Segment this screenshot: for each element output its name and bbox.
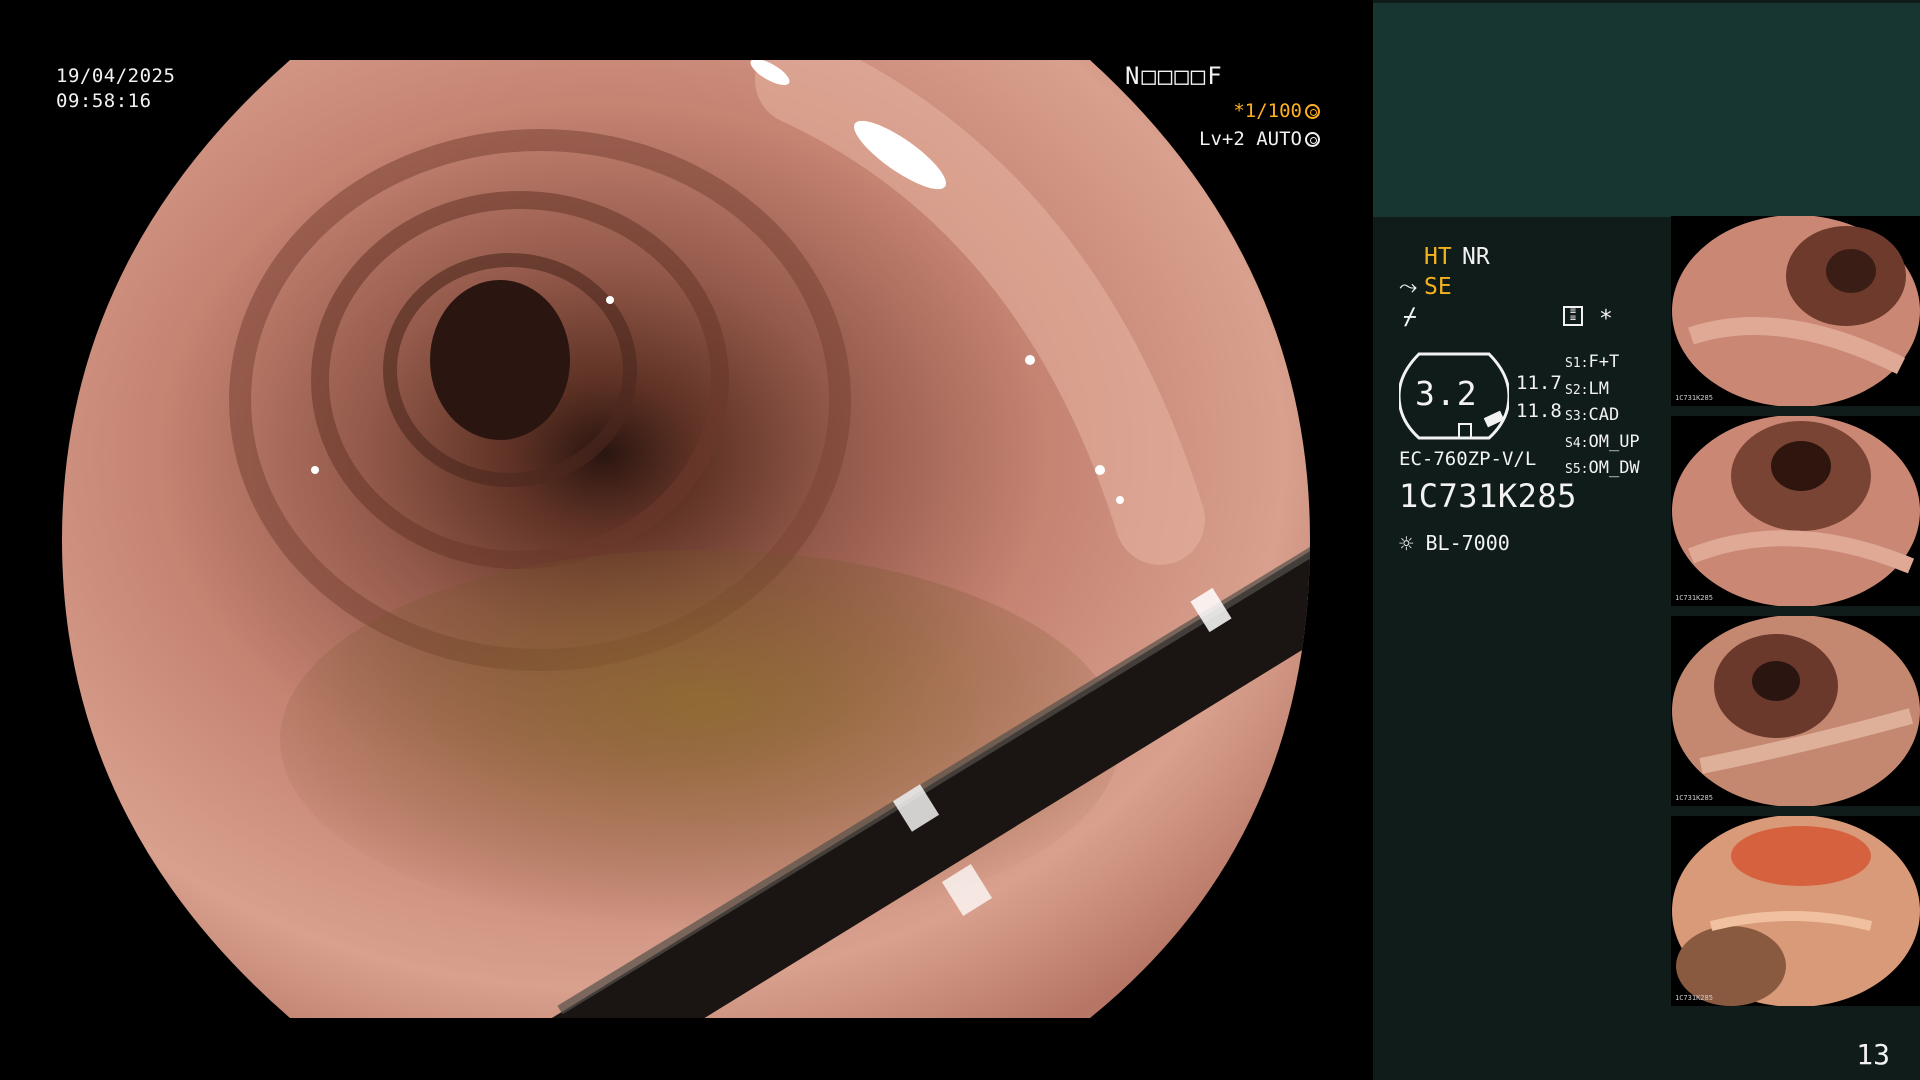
switch-settings: S1:F+T S2:LM S3:CAD S4:OM_UP S5:OM_DW — [1565, 350, 1640, 483]
scope-serial: 1C731K285 — [1399, 477, 1577, 515]
panel-header-box — [1373, 3, 1920, 217]
thumbnail-3[interactable]: 1C731K285 — [1671, 616, 1920, 806]
lamp-icon: ☼ — [1399, 530, 1414, 558]
setting-s2: S2:LM — [1565, 378, 1609, 399]
shutter-value: *1/100 — [1233, 100, 1302, 122]
thumbnail-2-image — [1672, 416, 1920, 606]
setting-s1: S1:F+T — [1565, 352, 1620, 372]
patient-id: N□□□□F — [1125, 62, 1224, 90]
endoscope-viewport: 19/04/2025 09:58:16 N□□□□F *1/100 Lv+2 A… — [0, 0, 1372, 1080]
thumbnail-1-image — [1672, 216, 1920, 406]
shutter-speed: *1/100 — [1233, 100, 1320, 122]
ht-mode: HT — [1424, 244, 1452, 270]
star-indicator: * — [1599, 306, 1613, 332]
page-number: 13 — [1856, 1038, 1890, 1071]
scope-model: EC-760ZP-V/L — [1399, 448, 1537, 470]
thumbnail-2-serial: 1C731K285 — [1675, 594, 1713, 602]
settings-list-icon: ≡ ≡ — [1563, 306, 1583, 326]
value-lower: 11.8 — [1516, 400, 1562, 422]
thumbnail-4-serial: 1C731K285 — [1675, 994, 1713, 1002]
level-value: Lv+2 AUTO — [1199, 128, 1302, 150]
setting-s3: S3:CAD — [1565, 405, 1620, 425]
zoom-ratio: 3.2 — [1415, 374, 1478, 413]
thumbnail-3-serial: 1C731K285 — [1675, 794, 1713, 802]
thumbnail-1-serial: 1C731K285 — [1675, 394, 1713, 402]
thumbnail-2[interactable]: 1C731K285 — [1671, 416, 1920, 606]
color-enhance-icon: ⌿ — [1403, 304, 1417, 330]
value-upper: 11.7 — [1516, 372, 1562, 394]
thumbnail-4[interactable]: 1C731K285 — [1671, 816, 1920, 1006]
info-panel: HT NR ⤳ SE ⌿ ≡ ≡ * 3.2 11.7 11.8 S1:F+T S… — [1373, 0, 1920, 1080]
se-mode: SE — [1424, 274, 1452, 300]
nr-mode: NR — [1462, 244, 1490, 270]
time-text: 09:58:16 — [56, 90, 152, 112]
lamp-model: BL-7000 — [1425, 531, 1510, 555]
auto-iris-icon — [1305, 132, 1320, 147]
brightness-level: Lv+2 AUTO — [1199, 128, 1320, 150]
thumbnail-3-image — [1672, 616, 1920, 806]
light-source: ☼ BL-7000 — [1399, 530, 1510, 558]
endoscopic-image — [62, 60, 1310, 1018]
date-text: 19/04/2025 — [56, 65, 176, 87]
thumbnail-4-image — [1672, 816, 1920, 1006]
aperture-icon — [1305, 104, 1320, 119]
setting-s4: S4:OM_UP — [1565, 431, 1640, 452]
structure-enhance-icon: ⤳ — [1399, 274, 1418, 300]
thumbnail-1[interactable]: 1C731K285 — [1671, 216, 1920, 406]
timestamp: 19/04/2025 09:58:16 — [56, 64, 175, 114]
